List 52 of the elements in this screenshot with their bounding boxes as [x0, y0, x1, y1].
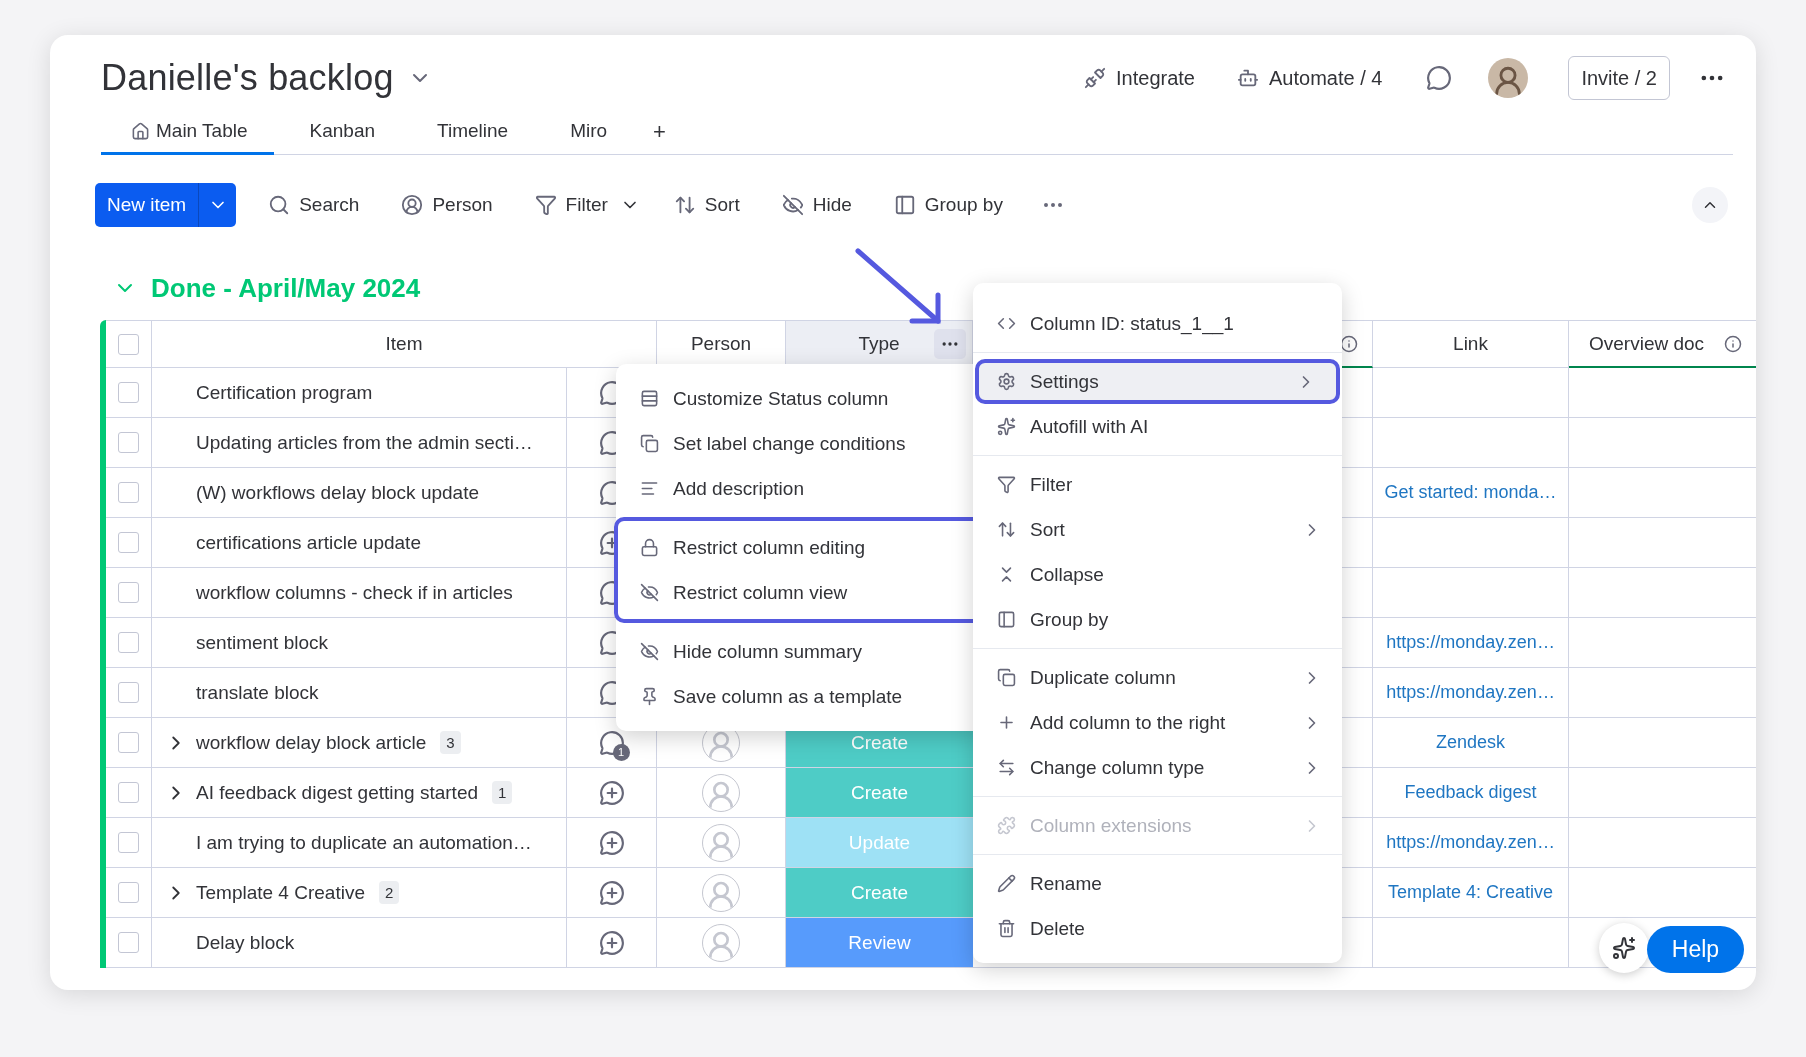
- item-name[interactable]: certifications article update: [196, 531, 421, 554]
- update-count: 1: [612, 743, 630, 761]
- subitem-count[interactable]: 1: [492, 781, 513, 804]
- link[interactable]: Template 4: Creative: [1387, 882, 1554, 903]
- menu-item[interactable]: Column ID: status_1__1: [973, 301, 1342, 346]
- link[interactable]: Get started: monda…: [1384, 482, 1557, 503]
- search-button[interactable]: Search: [260, 188, 368, 222]
- link[interactable]: https://monday.zen…: [1386, 682, 1555, 703]
- new-item-label[interactable]: New item: [95, 183, 199, 227]
- sort-button[interactable]: Sort: [665, 188, 748, 222]
- link[interactable]: https://monday.zen…: [1386, 832, 1555, 853]
- automate-button[interactable]: Automate / 4: [1227, 60, 1393, 96]
- person-button[interactable]: Person: [393, 188, 501, 222]
- group-button[interactable]: Group by: [885, 188, 1011, 222]
- item-name[interactable]: Template 4 Creative: [196, 881, 365, 904]
- menu-item[interactable]: Settings: [975, 359, 1340, 404]
- item-name[interactable]: I am trying to duplicate an automation…: [196, 831, 532, 854]
- view-tab[interactable]: Miro: [544, 110, 634, 155]
- link[interactable]: https://monday.zen…: [1386, 632, 1555, 653]
- new-item-button[interactable]: New item: [95, 183, 237, 227]
- subitem-count[interactable]: 3: [440, 731, 461, 754]
- column-title: Person: [690, 333, 752, 355]
- link[interactable]: Zendesk: [1435, 732, 1505, 753]
- view-tab[interactable]: Kanban: [283, 110, 402, 155]
- item-name[interactable]: AI feedback digest getting started: [196, 781, 478, 804]
- link[interactable]: Feedback digest: [1404, 782, 1537, 803]
- item-name[interactable]: workflow columns - check if in articles: [196, 581, 513, 604]
- column-title: Overview doc: [1589, 332, 1705, 355]
- column-title: Link: [1453, 333, 1488, 355]
- invite-button[interactable]: Invite / 2: [1568, 56, 1670, 100]
- view-tab[interactable]: Timeline: [411, 110, 535, 155]
- view-tab[interactable]: Main Table: [101, 110, 274, 155]
- item-name[interactable]: sentiment block: [196, 631, 328, 654]
- item-name[interactable]: Updating articles from the admin secti…: [196, 431, 533, 454]
- column-title: Item: [385, 333, 423, 355]
- menu-item[interactable]: Rename: [973, 861, 1342, 906]
- add-tab-button[interactable]: +: [643, 109, 676, 154]
- integrate-button[interactable]: Integrate: [1074, 60, 1205, 96]
- menu-item[interactable]: Change column type: [973, 745, 1342, 790]
- item-name[interactable]: (W) workflows delay block update: [196, 481, 479, 504]
- item-name[interactable]: workflow delay block article: [196, 731, 427, 754]
- group-title: Done - April/May 2024: [151, 272, 421, 304]
- filter-button[interactable]: Filter: [526, 188, 616, 222]
- hide-button[interactable]: Hide: [773, 188, 860, 222]
- subitem-count[interactable]: 2: [378, 881, 400, 904]
- item-name[interactable]: translate block: [196, 681, 319, 704]
- board-title: Danielle's backlog: [101, 57, 394, 99]
- help-button[interactable]: Help: [1647, 926, 1744, 973]
- item-name[interactable]: Certification program: [196, 381, 373, 404]
- item-name[interactable]: Delay block: [196, 931, 295, 954]
- menu-item[interactable]: Delete: [973, 906, 1342, 951]
- column-title: Type: [858, 333, 900, 355]
